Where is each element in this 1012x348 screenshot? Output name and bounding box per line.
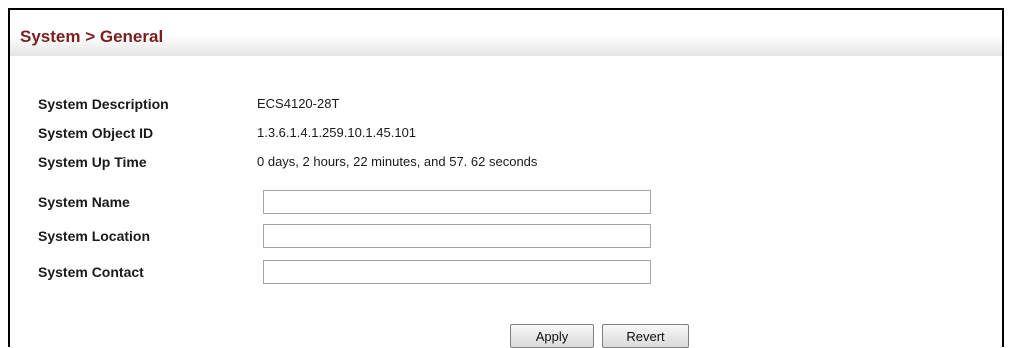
system-location-row: System Location bbox=[38, 224, 978, 250]
title-bar: System > General bbox=[10, 10, 1002, 56]
system-up-time-row: System Up Time 0 days, 2 hours, 22 minut… bbox=[38, 150, 978, 176]
system-object-id-value: 1.3.6.1.4.1.259.10.1.45.101 bbox=[257, 125, 417, 140]
system-up-time-label: System Up Time bbox=[38, 154, 147, 170]
system-up-time-value: 0 days, 2 hours, 22 minutes, and 57. 62 … bbox=[257, 154, 538, 169]
system-description-label: System Description bbox=[38, 96, 169, 112]
system-name-input[interactable] bbox=[263, 190, 651, 214]
system-contact-input[interactable] bbox=[263, 260, 651, 284]
system-name-label: System Name bbox=[38, 194, 130, 210]
system-description-row: System Description ECS4120-28T bbox=[38, 92, 978, 118]
system-name-row: System Name bbox=[38, 190, 978, 216]
system-contact-row: System Contact bbox=[38, 260, 978, 286]
system-object-id-row: System Object ID 1.3.6.1.4.1.259.10.1.45… bbox=[38, 121, 978, 147]
page-title: System > General bbox=[20, 27, 164, 46]
system-contact-label: System Contact bbox=[38, 264, 144, 280]
system-location-input[interactable] bbox=[263, 224, 651, 248]
page-frame: System > General System Description ECS4… bbox=[8, 8, 1004, 348]
apply-button[interactable]: Apply bbox=[510, 324, 594, 348]
system-location-label: System Location bbox=[38, 228, 151, 244]
system-description-value: ECS4120-28T bbox=[257, 96, 340, 111]
revert-button[interactable]: Revert bbox=[602, 324, 689, 348]
system-object-id-label: System Object ID bbox=[38, 125, 154, 141]
